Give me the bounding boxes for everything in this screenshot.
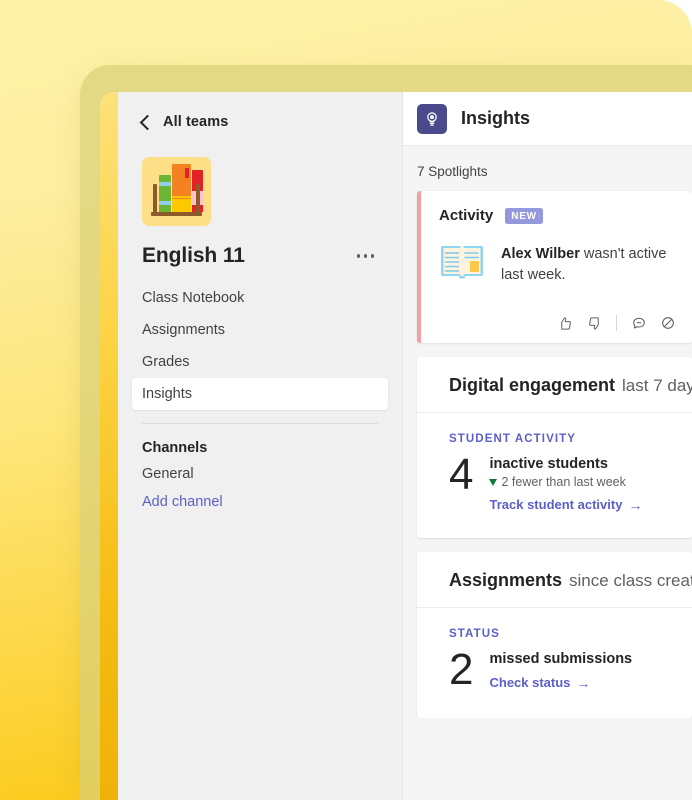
book-orange-line <box>172 195 191 198</box>
metric-link-label: Check status <box>489 675 571 690</box>
metric-card-title: Assignments since class creation <box>417 552 692 608</box>
metric-title-sub: last 7 days <box>622 376 692 395</box>
thumbs-down-icon[interactable] <box>584 313 604 333</box>
sidebar-item-grades[interactable]: Grades <box>132 346 388 378</box>
spotlight-actions <box>555 313 678 333</box>
spotlight-count: 7 Spotlights <box>417 164 488 179</box>
app-window: All teams English 11 Class Notebook Assi… <box>100 92 692 800</box>
spotlight-card-content: Alex Wilber wasn't active last week. <box>439 244 678 286</box>
metric-label: missed submissions <box>489 651 633 667</box>
channels-heading: Channels <box>142 440 208 456</box>
book-orange-yellow <box>172 199 191 212</box>
insights-body: 7 Spotlights Activity NEW Alex Wilber wa… <box>403 146 692 718</box>
track-student-activity-link[interactable]: Track student activity → <box>489 497 642 512</box>
metric-detail: inactive students 2 fewer than last week… <box>489 453 642 512</box>
insights-header: Insights <box>403 92 692 146</box>
team-header: English 11 <box>118 226 402 268</box>
metric-label: inactive students <box>489 456 608 472</box>
all-teams-label: All teams <box>163 114 229 130</box>
metric-number: 2 <box>449 645 474 694</box>
book-green-band-1 <box>159 182 171 186</box>
metric-detail: missed submissions Check status → <box>489 648 632 692</box>
app-accent-strip <box>100 92 118 800</box>
sidebar-item-class-notebook[interactable]: Class Notebook <box>132 282 388 314</box>
insights-panel: Insights 7 Spotlights Activity NEW Alex … <box>403 92 692 800</box>
comment-icon[interactable] <box>629 313 649 333</box>
all-teams-back-link[interactable]: All teams <box>118 92 402 131</box>
spotlight-message: Alex Wilber wasn't active last week. <box>501 244 678 286</box>
shelf-base <box>151 212 202 216</box>
metric-number: 4 <box>449 450 474 499</box>
hide-icon[interactable] <box>658 313 678 333</box>
open-book-icon <box>439 244 485 280</box>
lightbulb-icon <box>417 103 447 134</box>
arrow-right-icon: → <box>628 496 643 513</box>
page-title: Insights <box>461 108 531 128</box>
metric-delta-text: 2 fewer than last week <box>501 475 626 489</box>
triangle-down-icon <box>489 478 498 486</box>
team-nav-list: Class Notebook Assignments Grades Insigh… <box>118 282 402 424</box>
bookshelf-icon <box>142 157 211 226</box>
metric-row: 2 missed submissions Check status → <box>417 640 692 718</box>
spotlight-kind-label: Activity <box>439 207 494 224</box>
thumbs-up-icon[interactable] <box>555 313 575 333</box>
check-status-link[interactable]: Check status → <box>489 675 632 690</box>
metric-title-strong: Digital engagement <box>449 375 616 395</box>
metric-title-strong: Assignments <box>449 570 563 590</box>
sidebar-channel-general[interactable]: General <box>118 456 402 482</box>
metric-section-label: STUDENT ACTIVITY <box>449 433 577 445</box>
spotlight-card-activity[interactable]: Activity NEW Alex Wilber wasn't active l… <box>417 191 692 343</box>
actions-divider <box>616 315 617 331</box>
book-bookmark <box>185 168 189 178</box>
team-name: English 11 <box>142 244 245 267</box>
metric-link-label: Track student activity <box>489 497 623 512</box>
metric-delta: 2 fewer than last week <box>489 475 642 489</box>
sidebar-item-insights[interactable]: Insights <box>132 378 388 410</box>
metric-row: 4 inactive students 2 fewer than last we… <box>417 445 692 538</box>
metric-card-digital-engagement: Digital engagement last 7 days STUDENT A… <box>417 357 692 538</box>
team-sidebar: All teams English 11 Class Notebook Assi… <box>118 92 403 800</box>
book-green <box>159 175 171 212</box>
chevron-left-icon <box>139 114 156 131</box>
metric-card-assignments: Assignments since class creation STATUS … <box>417 552 692 718</box>
new-badge: NEW <box>505 207 543 224</box>
arrow-right-icon: → <box>576 674 591 691</box>
metric-section-label: STATUS <box>449 628 500 640</box>
book-green-band-2 <box>159 201 171 205</box>
more-horizontal-icon[interactable] <box>353 248 379 264</box>
add-channel-link[interactable]: Add channel <box>118 482 402 510</box>
spotlight-student-name: Alex Wilber <box>501 246 580 262</box>
sidebar-item-assignments[interactable]: Assignments <box>132 314 388 346</box>
spotlight-card-header: Activity NEW <box>439 207 678 224</box>
metric-title-sub: since class creation <box>569 571 692 590</box>
metric-card-title: Digital engagement last 7 days <box>417 357 692 413</box>
